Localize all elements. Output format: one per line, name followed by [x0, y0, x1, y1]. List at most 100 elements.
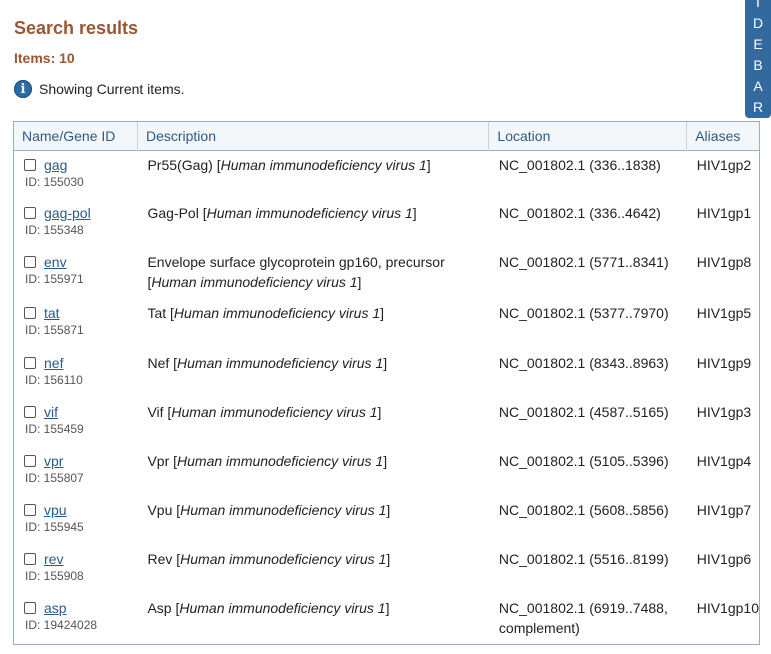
row-checkbox[interactable] — [24, 504, 36, 516]
description-cell: Gag-Pol [Human immunodeficiency virus 1] — [137, 199, 488, 248]
gene-id: ID: 155807 — [25, 471, 84, 485]
gene-name-link[interactable]: asp — [44, 600, 67, 616]
location-cell: NC_001802.1 (5377..7970) — [498, 305, 669, 321]
alias-cell: HIV1gp6 — [696, 551, 752, 567]
description-cell: Vpu [Human immunodeficiency virus 1] — [137, 496, 488, 545]
description-text: Nef [ — [147, 355, 178, 371]
row-checkbox[interactable] — [24, 357, 36, 369]
info-icon: i — [14, 80, 32, 98]
row-checkbox[interactable] — [24, 307, 36, 319]
alias-cell: HIV1gp5 — [696, 305, 752, 321]
description-end: ] — [386, 502, 391, 518]
gene-id: ID: 155348 — [25, 223, 84, 237]
column-header-name[interactable]: Name/Gene ID — [14, 122, 138, 150]
row-checkbox[interactable] — [24, 406, 36, 418]
table-row: asp ID: 19424028 Asp [Human immunodeficien… — [14, 594, 759, 654]
table-row: env ID: 155971 Envelope surface glycoprote… — [14, 248, 759, 299]
column-header-description[interactable]: Description — [137, 122, 490, 150]
location-cell: NC_001802.1 (4587..5165) — [498, 404, 669, 420]
alias-cell: HIV1gp9 — [696, 355, 752, 371]
location-cell: NC_001802.1 (336..4642) — [498, 205, 661, 221]
gene-name-link[interactable]: env — [44, 254, 67, 270]
alias-cell: HIV1gp10 — [696, 600, 759, 616]
table-row: gag-pol ID: 155348 Gag-Pol [Human immunode… — [14, 199, 759, 248]
species-name: Human immunodeficiency virus 1 — [177, 453, 384, 469]
sidebar-tab-letter: D — [752, 15, 764, 31]
gene-name-link[interactable]: vpu — [44, 502, 67, 518]
description-text: Asp [ — [147, 600, 180, 616]
description-end: ] — [383, 453, 388, 469]
table-row: vpr ID: 155807 Vpr [Human immunodeficiency… — [14, 447, 759, 496]
alias-cell: HIV1gp2 — [696, 156, 752, 173]
row-checkbox[interactable] — [24, 602, 36, 614]
species-name: Human immunodeficiency virus 1 — [177, 355, 384, 371]
name-cell: rev ID: 155908 — [14, 545, 137, 594]
species-name: Human immunodeficiency virus 1 — [173, 305, 381, 321]
sidebar-tab-letter: E — [753, 36, 763, 52]
table-row: vpu ID: 155945 Vpu [Human immunodeficiency… — [14, 496, 759, 545]
gene-name-link[interactable]: gag-pol — [44, 205, 91, 221]
description-end: ] — [385, 600, 390, 616]
name-line: vif — [24, 402, 137, 422]
description-text: Vpr [ — [147, 453, 178, 469]
row-checkbox[interactable] — [24, 207, 36, 219]
gene-id: ID: 155945 — [25, 520, 84, 534]
name-cell: gag-pol ID: 155348 — [14, 199, 137, 248]
gene-name-link[interactable]: rev — [44, 551, 63, 567]
species-name: Human immunodeficiency virus 1 — [180, 502, 387, 518]
column-header-location[interactable]: Location — [488, 122, 688, 150]
gene-id: ID: 155908 — [25, 569, 84, 583]
gene-name-link[interactable]: gag — [44, 157, 67, 173]
description-text: Gag-Pol [ — [147, 205, 207, 221]
table-row: gag ID: 155030 Pr55(Gag) [Human immunodefi… — [14, 150, 759, 199]
gene-id: ID: 155971 — [25, 272, 84, 286]
location-cell: NC_001802.1 (5516..8199) — [498, 551, 669, 567]
description-end: ] — [412, 205, 417, 221]
row-checkbox[interactable] — [24, 256, 36, 268]
name-cell: tat ID: 155871 — [14, 299, 137, 349]
row-checkbox[interactable] — [24, 553, 36, 565]
name-line: tat — [24, 303, 137, 323]
gene-id: ID: 156110 — [25, 373, 83, 387]
species-name: Human immunodeficiency virus 1 — [151, 274, 358, 290]
description-text: Vpu [ — [147, 502, 181, 518]
gene-id: ID: 155459 — [25, 422, 84, 436]
name-line: rev — [24, 549, 137, 569]
description-end: ] — [357, 274, 362, 290]
sidebar-toggle-tab[interactable]: I D E B A R — [745, 0, 771, 118]
gene-name-link[interactable]: nef — [44, 355, 63, 371]
gene-id: ID: 19424028 — [25, 618, 98, 632]
notice-text: Showing Current items. — [39, 81, 185, 97]
description-end: ] — [380, 305, 385, 321]
description-cell: Vif [Human immunodeficiency virus 1] — [137, 398, 488, 447]
location-cell: NC_001802.1 (5105..5396) — [498, 453, 669, 469]
gene-name-link[interactable]: vif — [44, 404, 58, 420]
name-cell: gag ID: 155030 — [14, 150, 137, 199]
column-header-aliases[interactable]: Aliases — [687, 122, 759, 150]
description-cell: Tat [Human immunodeficiency virus 1] — [137, 299, 488, 349]
description-cell: Rev [Human immunodeficiency virus 1] — [137, 545, 488, 594]
sidebar-tab-letter: A — [753, 78, 763, 94]
sidebar-tab-letter: I — [756, 0, 760, 10]
name-line: gag-pol — [24, 203, 137, 223]
name-line: env — [24, 252, 137, 272]
name-line: vpu — [24, 500, 137, 520]
name-line: gag — [24, 155, 137, 175]
sidebar-tab-letter: B — [753, 57, 763, 73]
notice: i Showing Current items. — [14, 80, 185, 98]
table-row: rev ID: 155908 Rev [Human immunodeficiency… — [14, 545, 759, 594]
gene-name-link[interactable]: vpr — [44, 453, 63, 469]
row-checkbox[interactable] — [24, 455, 36, 467]
name-line: vpr — [24, 451, 137, 471]
row-checkbox[interactable] — [24, 158, 36, 171]
table-row: vif ID: 155459 Vif [Human immunodeficiency… — [14, 398, 759, 447]
species-name: Human immunodeficiency virus 1 — [220, 156, 427, 173]
table-body: gag ID: 155030 Pr55(Gag) [Human immunodefi… — [14, 150, 759, 654]
page-title: Search results — [14, 18, 139, 38]
description-text: Pr55(Gag) [ — [147, 156, 221, 173]
gene-name-link[interactable]: tat — [44, 305, 60, 321]
description-end: ] — [377, 404, 382, 420]
description-cell: Asp [Human immunodeficiency virus 1] — [137, 594, 488, 654]
description-cell: Envelope surface glycoprotein gp160, pre… — [137, 248, 488, 299]
name-cell: env ID: 155971 — [14, 248, 137, 299]
